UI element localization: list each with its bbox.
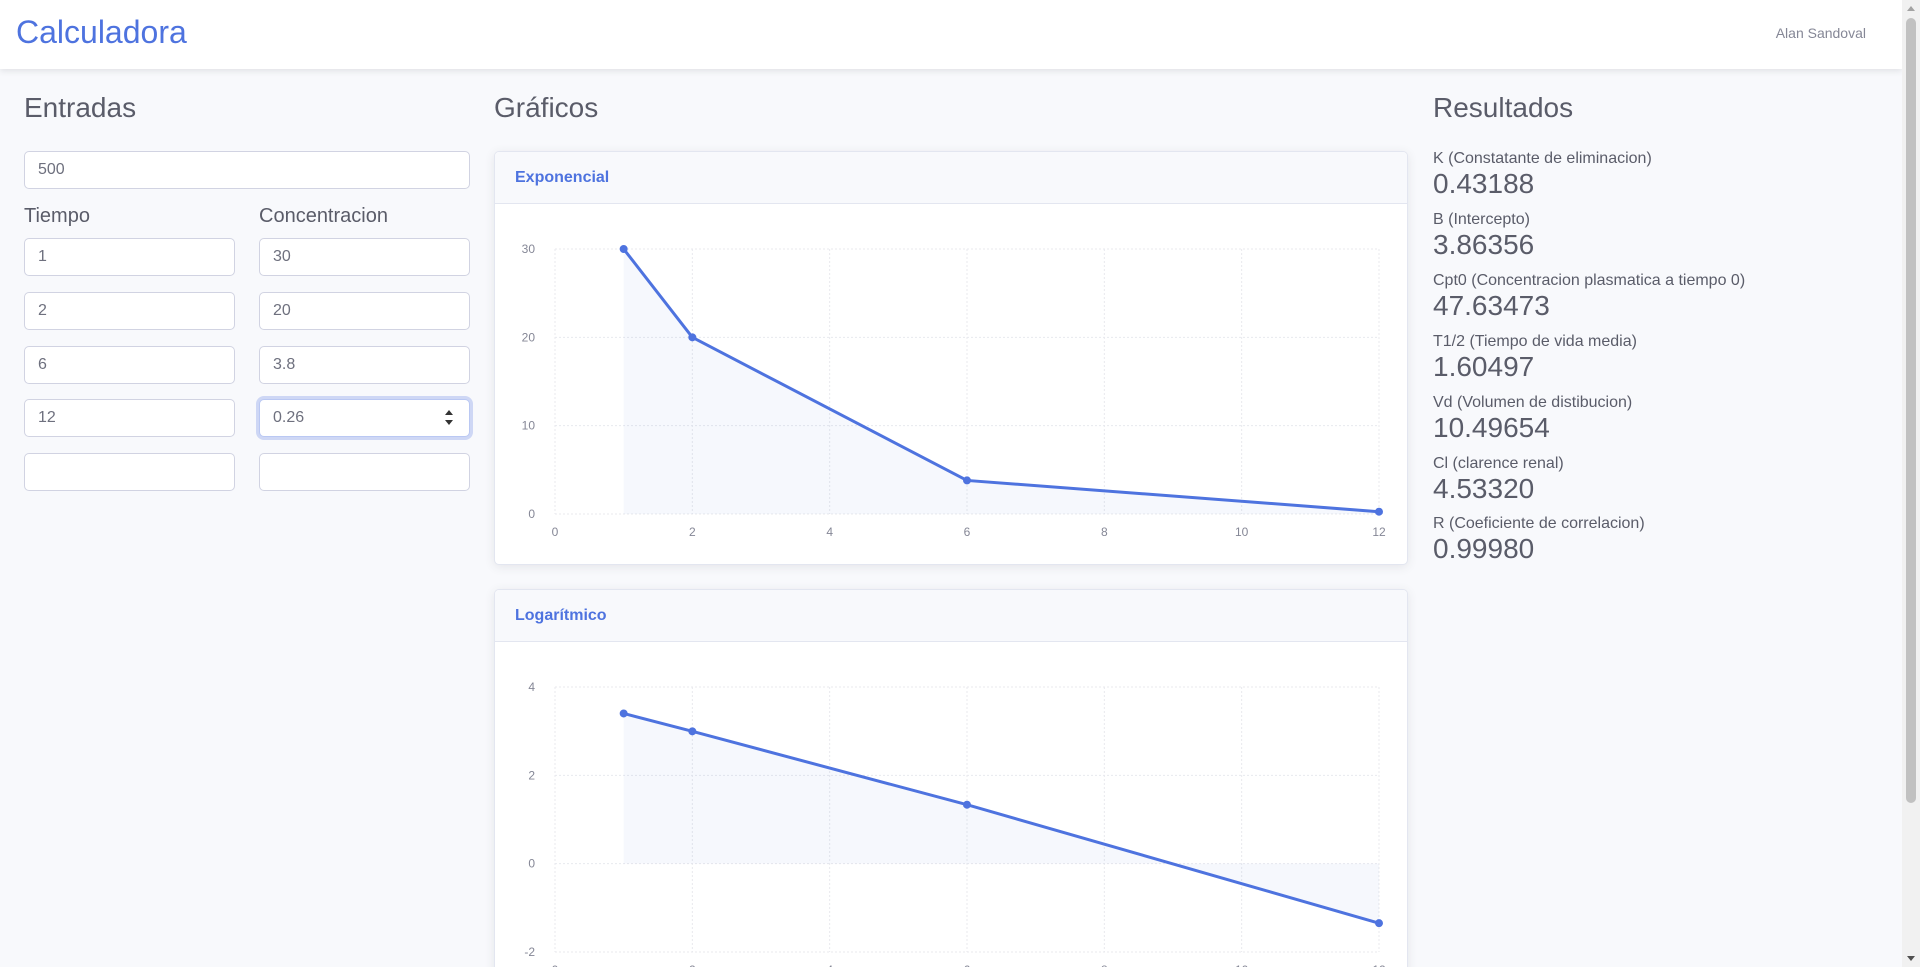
log-data-point xyxy=(688,727,697,736)
scroll-up-icon[interactable] xyxy=(1907,6,1915,11)
spinner-up-icon[interactable] xyxy=(445,410,453,415)
user-name[interactable]: Alan Sandoval xyxy=(1776,25,1866,41)
spinner-down-icon[interactable] xyxy=(445,420,453,425)
result-label-k: K (Constatante de eliminacion) xyxy=(1433,150,1652,167)
log-x-tick-label: 4 xyxy=(826,963,833,967)
result-label-r: R (Coeficiente de correlacion) xyxy=(1433,515,1645,532)
result-label-t-half: T1/2 (Tiempo de vida media) xyxy=(1433,333,1637,350)
results-title: Resultados xyxy=(1433,92,1574,123)
concentracion-input-3[interactable] xyxy=(259,346,470,384)
log-y-tick-label: 2 xyxy=(528,768,535,782)
exp-y-tick-label: 30 xyxy=(522,242,536,256)
log-x-tick-label: 10 xyxy=(1235,963,1249,967)
log-x-tick-label: 8 xyxy=(1101,963,1108,967)
concentracion-input-4[interactable] xyxy=(259,399,470,437)
graphs-title: Gráficos xyxy=(494,92,599,123)
exp-y-tick-label: 0 xyxy=(528,507,535,521)
log-x-tick-label: 2 xyxy=(689,963,696,967)
log-y-tick-label: 0 xyxy=(528,857,535,871)
result-label-cpt0: Cpt0 (Concentracion plasmatica a tiempo … xyxy=(1433,272,1746,289)
logarithmic-chart: -2 0 2 4 0 2 4 6 8 10 12 xyxy=(524,680,1386,967)
dose-input[interactable] xyxy=(24,151,470,189)
concentracion-input-1[interactable] xyxy=(259,238,470,276)
page-scrollbar[interactable] xyxy=(1902,0,1920,967)
tiempo-input-4[interactable] xyxy=(24,399,235,437)
result-value-cl: 4.53320 xyxy=(1433,473,1535,504)
exp-x-tick-label: 12 xyxy=(1372,525,1386,539)
result-label-vd: Vd (Volumen de distibucion) xyxy=(1433,394,1633,411)
result-value-vd: 10.49654 xyxy=(1433,412,1550,443)
tiempo-input-3[interactable] xyxy=(24,346,235,384)
log-x-tick-label: 6 xyxy=(964,963,971,967)
topbar: Calculadora Alan Sandoval xyxy=(0,0,1902,69)
result-value-b: 3.86356 xyxy=(1433,229,1535,260)
result-value-cpt0: 47.63473 xyxy=(1433,290,1550,321)
tiempo-label: Tiempo xyxy=(24,205,90,227)
scroll-down-icon[interactable] xyxy=(1907,956,1915,961)
scroll-thumb[interactable] xyxy=(1906,18,1916,803)
concentracion-input-2[interactable] xyxy=(259,292,470,330)
exp-y-tick-label: 10 xyxy=(522,419,536,433)
inputs-title: Entradas xyxy=(24,92,137,123)
result-label-cl: Cl (clarence renal) xyxy=(1433,455,1564,472)
exp-x-tick-label: 10 xyxy=(1235,525,1249,539)
exponential-chart: 0 10 20 30 0 2 4 6 8 10 12 xyxy=(522,242,1386,539)
log-x-tick-label: 0 xyxy=(552,963,559,967)
exp-data-point xyxy=(1375,507,1383,516)
exp-x-tick-label: 4 xyxy=(826,525,833,539)
result-value-r: 0.99980 xyxy=(1433,533,1535,564)
exp-y-tick-label: 20 xyxy=(522,330,536,344)
exponential-chart-title: Exponencial xyxy=(495,152,1407,204)
exp-x-tick-label: 6 xyxy=(964,525,971,539)
log-y-tick-label: -2 xyxy=(524,945,535,959)
exp-data-point xyxy=(963,476,971,485)
logarithmic-chart-title: Logarítmico xyxy=(495,590,1407,642)
log-y-tick-label: 4 xyxy=(528,680,535,694)
tiempo-input-5[interactable] xyxy=(24,453,235,491)
exp-x-tick-label: 2 xyxy=(689,525,696,539)
result-label-b: B (Intercepto) xyxy=(1433,211,1530,228)
log-data-point xyxy=(1375,919,1383,928)
exp-x-tick-label: 0 xyxy=(552,525,559,539)
result-value-t-half: 1.60497 xyxy=(1433,351,1535,382)
exp-data-point xyxy=(619,245,628,253)
logarithmic-chart-card: Logarítmico -2 0 2 4 0 2 4 6 8 10 12 xyxy=(494,589,1408,967)
exp-data-point xyxy=(688,333,697,342)
tiempo-input-1[interactable] xyxy=(24,238,235,276)
brand-title[interactable]: Calculadora xyxy=(16,14,187,51)
log-data-point xyxy=(619,709,628,718)
concentracion-label: Concentracion xyxy=(259,205,388,227)
tiempo-input-2[interactable] xyxy=(24,292,235,330)
exp-area-fill xyxy=(623,249,1379,514)
concentracion-input-5[interactable] xyxy=(259,453,470,491)
number-spinner-icon[interactable] xyxy=(444,408,454,428)
log-data-point xyxy=(963,800,971,809)
exp-x-tick-label: 8 xyxy=(1101,525,1108,539)
result-value-k: 0.43188 xyxy=(1433,168,1535,199)
log-x-tick-label: 12 xyxy=(1372,963,1386,967)
exponential-chart-card: Exponencial 0 10 20 30 0 2 4 6 8 10 12 xyxy=(494,151,1408,565)
